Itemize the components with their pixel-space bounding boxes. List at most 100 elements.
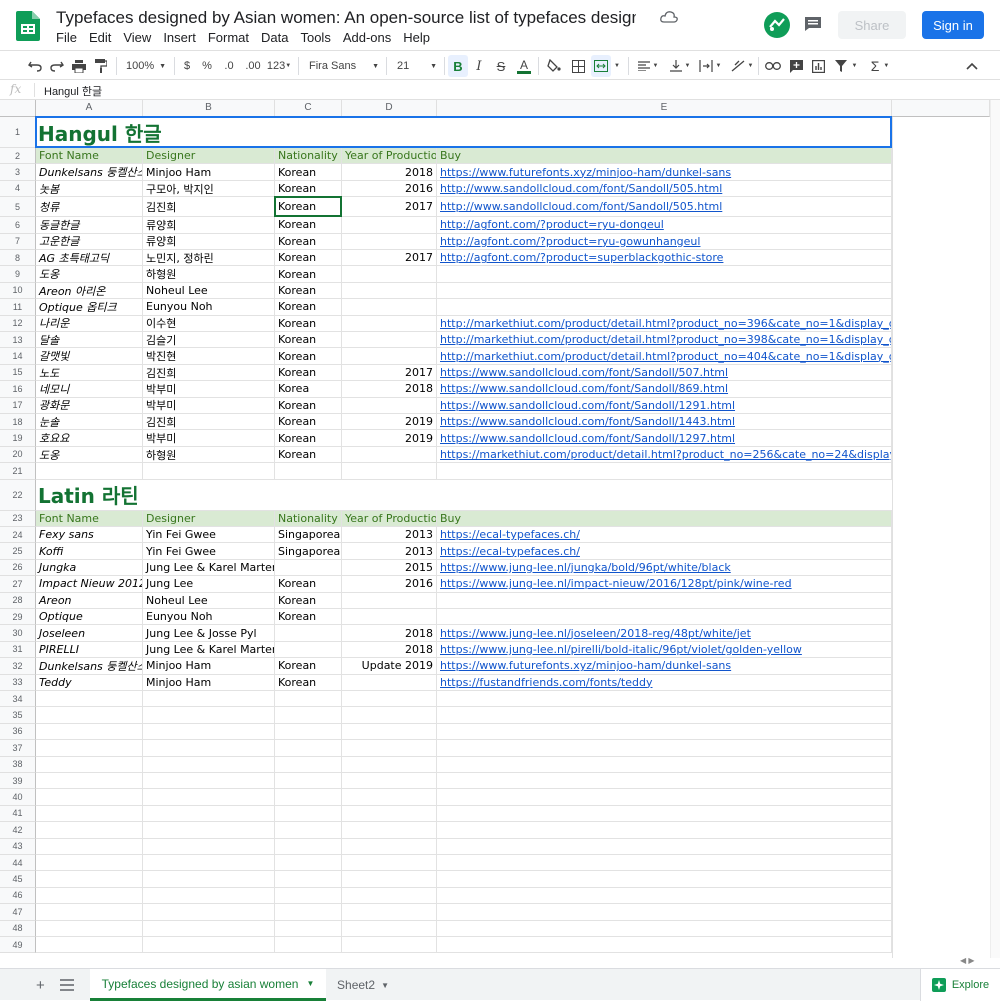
buy-link[interactable]: https://www.jung-lee.nl/jungka/bold/96pt… — [440, 561, 731, 574]
italic-icon[interactable]: I — [470, 55, 488, 77]
filter-icon[interactable]: ▼ — [831, 55, 861, 77]
row-header[interactable]: 26 — [0, 559, 36, 577]
row-header[interactable]: 37 — [0, 740, 36, 757]
font-name-cell[interactable]: Areon 아리온 — [36, 282, 143, 300]
year-cell[interactable] — [342, 691, 437, 708]
designer-cell[interactable]: Eunyou Noh — [143, 299, 275, 316]
row-header[interactable]: 24 — [0, 527, 36, 544]
designer-cell[interactable]: 이수현 — [143, 315, 275, 332]
menu-format[interactable]: Format — [202, 30, 255, 45]
font-name-cell[interactable] — [36, 937, 143, 954]
font-name-cell[interactable]: 도옹 — [36, 266, 143, 283]
designer-cell[interactable]: Yin Fei Gwee — [143, 527, 275, 544]
nationality-cell[interactable] — [275, 920, 342, 937]
buy-link[interactable]: https://www.sandollcloud.com/font/Sandol… — [440, 432, 735, 445]
font-name-cell[interactable]: 나리운 — [36, 315, 143, 332]
designer-cell[interactable]: Eunyou Noh — [143, 609, 275, 626]
add-sheet-icon[interactable]: + — [36, 977, 45, 994]
row-header[interactable]: 5 — [0, 197, 36, 218]
year-cell[interactable] — [342, 707, 437, 724]
all-sheets-icon[interactable] — [60, 979, 74, 991]
row-header[interactable]: 21 — [0, 463, 36, 480]
nationality-cell[interactable]: Korean — [275, 180, 342, 198]
document-title[interactable]: Typefaces designed by Asian women: An op… — [56, 8, 636, 28]
font-name-cell[interactable]: 노도 — [36, 364, 143, 382]
designer-cell[interactable] — [143, 904, 275, 921]
font-name-cell[interactable]: 고운한글 — [36, 233, 143, 250]
row-header[interactable]: 27 — [0, 576, 36, 593]
font-name-cell[interactable]: 놋봄 — [36, 180, 143, 198]
font-name-cell[interactable] — [36, 723, 143, 741]
row-header[interactable]: 44 — [0, 855, 36, 872]
row-header[interactable]: 45 — [0, 871, 36, 888]
row-header[interactable]: 41 — [0, 805, 36, 823]
buy-cell[interactable] — [437, 707, 892, 724]
buy-cell[interactable] — [437, 299, 892, 316]
year-cell[interactable]: 2018 — [342, 625, 437, 642]
font-name-cell[interactable] — [36, 463, 143, 480]
designer-cell[interactable] — [143, 691, 275, 708]
row-header[interactable]: 16 — [0, 381, 36, 398]
year-cell[interactable]: 2019 — [342, 430, 437, 447]
nationality-cell[interactable] — [275, 904, 342, 921]
font-name-cell[interactable]: 동글한글 — [36, 217, 143, 234]
nationality-cell[interactable]: Korean — [275, 217, 342, 234]
buy-cell[interactable] — [437, 904, 892, 921]
year-cell[interactable] — [342, 723, 437, 741]
buy-link[interactable]: http://agfont.com/?product=ryu-gowunhang… — [440, 235, 700, 248]
font-name-cell[interactable]: Koffi — [36, 543, 143, 560]
font-name-cell[interactable]: Jungka — [36, 559, 143, 577]
designer-cell[interactable] — [143, 887, 275, 905]
row-header[interactable]: 31 — [0, 641, 36, 659]
font-name-cell[interactable]: 청류 — [36, 197, 143, 218]
designer-cell[interactable]: Minjoo Ham — [143, 164, 275, 181]
currency-format-button[interactable]: $ — [180, 55, 194, 77]
buy-cell[interactable]: https://markethiut.com/product/detail.ht… — [437, 446, 892, 464]
year-cell[interactable] — [342, 217, 437, 234]
row-header[interactable]: 1 — [0, 117, 36, 148]
nationality-cell[interactable]: Korean — [275, 592, 342, 609]
nationality-cell[interactable] — [275, 691, 342, 708]
row-header[interactable]: 25 — [0, 543, 36, 560]
year-cell[interactable]: 2017 — [342, 364, 437, 382]
sign-in-button[interactable]: Sign in — [922, 11, 984, 39]
year-cell[interactable] — [342, 315, 437, 332]
column-title-cell[interactable]: Buy — [437, 148, 892, 165]
menu-tools[interactable]: Tools — [294, 30, 336, 45]
designer-cell[interactable]: Jung Lee & Karel Martens — [143, 559, 275, 577]
vertical-scrollbar[interactable] — [990, 100, 1000, 958]
row-header[interactable]: 32 — [0, 658, 36, 675]
designer-cell[interactable]: 하형원 — [143, 446, 275, 464]
nationality-cell[interactable]: Korean — [275, 576, 342, 593]
year-cell[interactable] — [342, 822, 437, 839]
menu-addons[interactable]: Add-ons — [337, 30, 397, 45]
year-cell[interactable] — [342, 838, 437, 855]
year-cell[interactable]: 2013 — [342, 543, 437, 560]
row-header[interactable]: 15 — [0, 364, 36, 382]
nationality-cell[interactable] — [275, 805, 342, 823]
column-title-cell[interactable]: Year of Production — [342, 510, 437, 527]
font-name-cell[interactable] — [36, 920, 143, 937]
row-header[interactable]: 14 — [0, 348, 36, 365]
buy-cell[interactable] — [437, 740, 892, 757]
designer-cell[interactable]: Jung Lee — [143, 576, 275, 593]
buy-cell[interactable] — [437, 723, 892, 741]
buy-cell[interactable]: https://www.jung-lee.nl/joseleen/2018-re… — [437, 625, 892, 642]
row-header[interactable]: 28 — [0, 592, 36, 609]
designer-cell[interactable]: Minjoo Ham — [143, 674, 275, 691]
row-header[interactable]: 10 — [0, 282, 36, 300]
insert-chart-icon[interactable] — [808, 55, 828, 77]
buy-cell[interactable]: http://agfont.com/?product=ryu-gowunhang… — [437, 233, 892, 250]
font-name-cell[interactable]: Dunkelsans 둥켈산스 — [36, 164, 143, 181]
row-header[interactable]: 3 — [0, 164, 36, 181]
horizontal-scroll-buttons[interactable]: ◀ ▶ — [960, 956, 975, 965]
buy-cell[interactable] — [437, 789, 892, 806]
font-name-cell[interactable]: Impact Nieuw 2012/2016 — [36, 576, 143, 593]
font-name-cell[interactable] — [36, 805, 143, 823]
row-header[interactable]: 33 — [0, 674, 36, 691]
font-name-cell[interactable]: 광화문 — [36, 397, 143, 414]
designer-cell[interactable] — [143, 773, 275, 790]
designer-cell[interactable]: 류양희 — [143, 233, 275, 250]
nationality-cell[interactable]: Korean — [275, 348, 342, 365]
designer-cell[interactable]: Yin Fei Gwee — [143, 543, 275, 560]
